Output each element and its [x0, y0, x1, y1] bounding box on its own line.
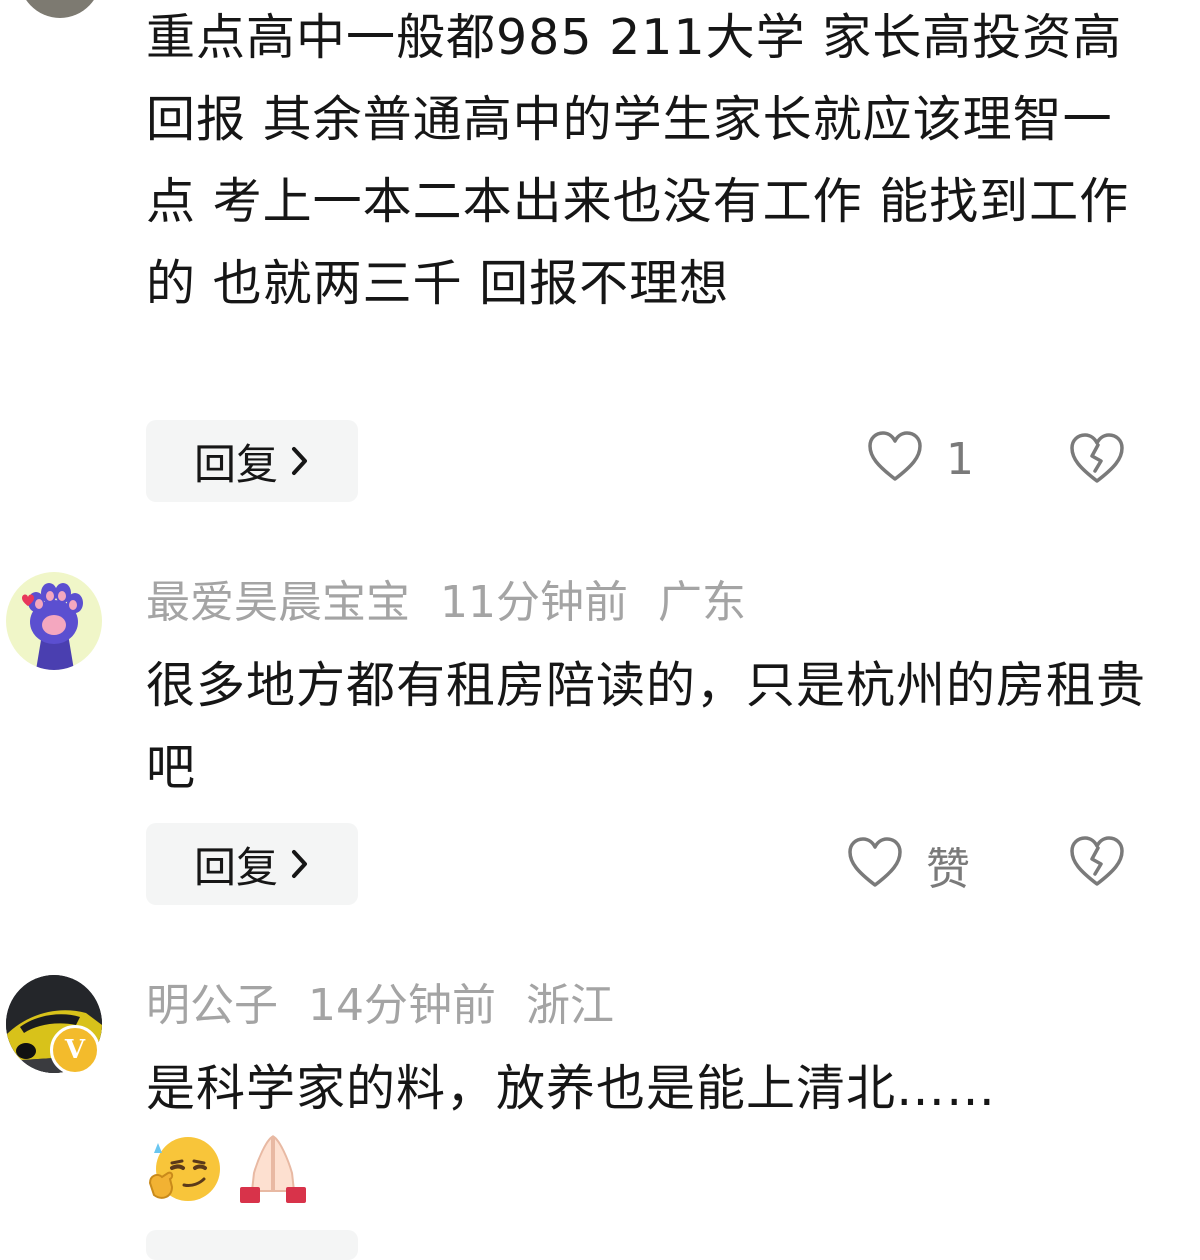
avatar[interactable] — [6, 572, 102, 670]
broken-heart-icon — [1068, 836, 1126, 893]
timestamp: 11分钟前 — [440, 577, 628, 628]
avatar[interactable] — [18, 0, 102, 18]
chevron-right-icon — [290, 847, 310, 881]
like-button[interactable]: 赞 — [846, 833, 970, 897]
heart-icon — [846, 836, 904, 894]
reply-button[interactable]: 回复 — [146, 420, 358, 502]
reply-button[interactable]: 回复 — [146, 823, 358, 905]
like-button[interactable]: 1 — [866, 430, 974, 488]
comment-meta: 明公子 14分钟前 浙江 — [146, 976, 644, 1036]
dislike-button[interactable] — [1068, 835, 1126, 893]
smirk-thumbs-emoji-icon — [146, 1133, 228, 1209]
username[interactable]: 最爱昊晨宝宝 — [146, 577, 410, 628]
verified-badge-icon: V — [50, 1025, 100, 1075]
comment-meta: 最爱昊晨宝宝 11分钟前 广东 — [146, 573, 776, 633]
like-label: 赞 — [926, 844, 970, 895]
chevron-right-icon — [290, 444, 310, 478]
location: 广东 — [658, 577, 746, 628]
comment-text: 是科学家的料，放养也是能上清北…… — [146, 1060, 997, 1117]
dislike-button[interactable] — [1068, 432, 1126, 490]
like-count: 1 — [946, 433, 974, 485]
location: 浙江 — [526, 980, 614, 1031]
comment-text: 很多地方都有租房陪读的，只是杭州的房租贵吧 — [146, 657, 1147, 796]
broken-heart-icon — [1068, 433, 1126, 490]
username[interactable]: 明公子 — [146, 980, 278, 1031]
heart-icon — [866, 430, 924, 488]
timestamp: 14分钟前 — [308, 980, 496, 1031]
praying-hands-emoji-icon — [232, 1133, 314, 1209]
comment-text: 重点高中一般都985 211大学 家长高投资高回报 其余普通高中的学生家长就应该… — [146, 9, 1130, 312]
reply-label: 回复 — [193, 439, 278, 489]
reply-button[interactable] — [146, 1230, 358, 1260]
reply-label: 回复 — [193, 842, 278, 892]
